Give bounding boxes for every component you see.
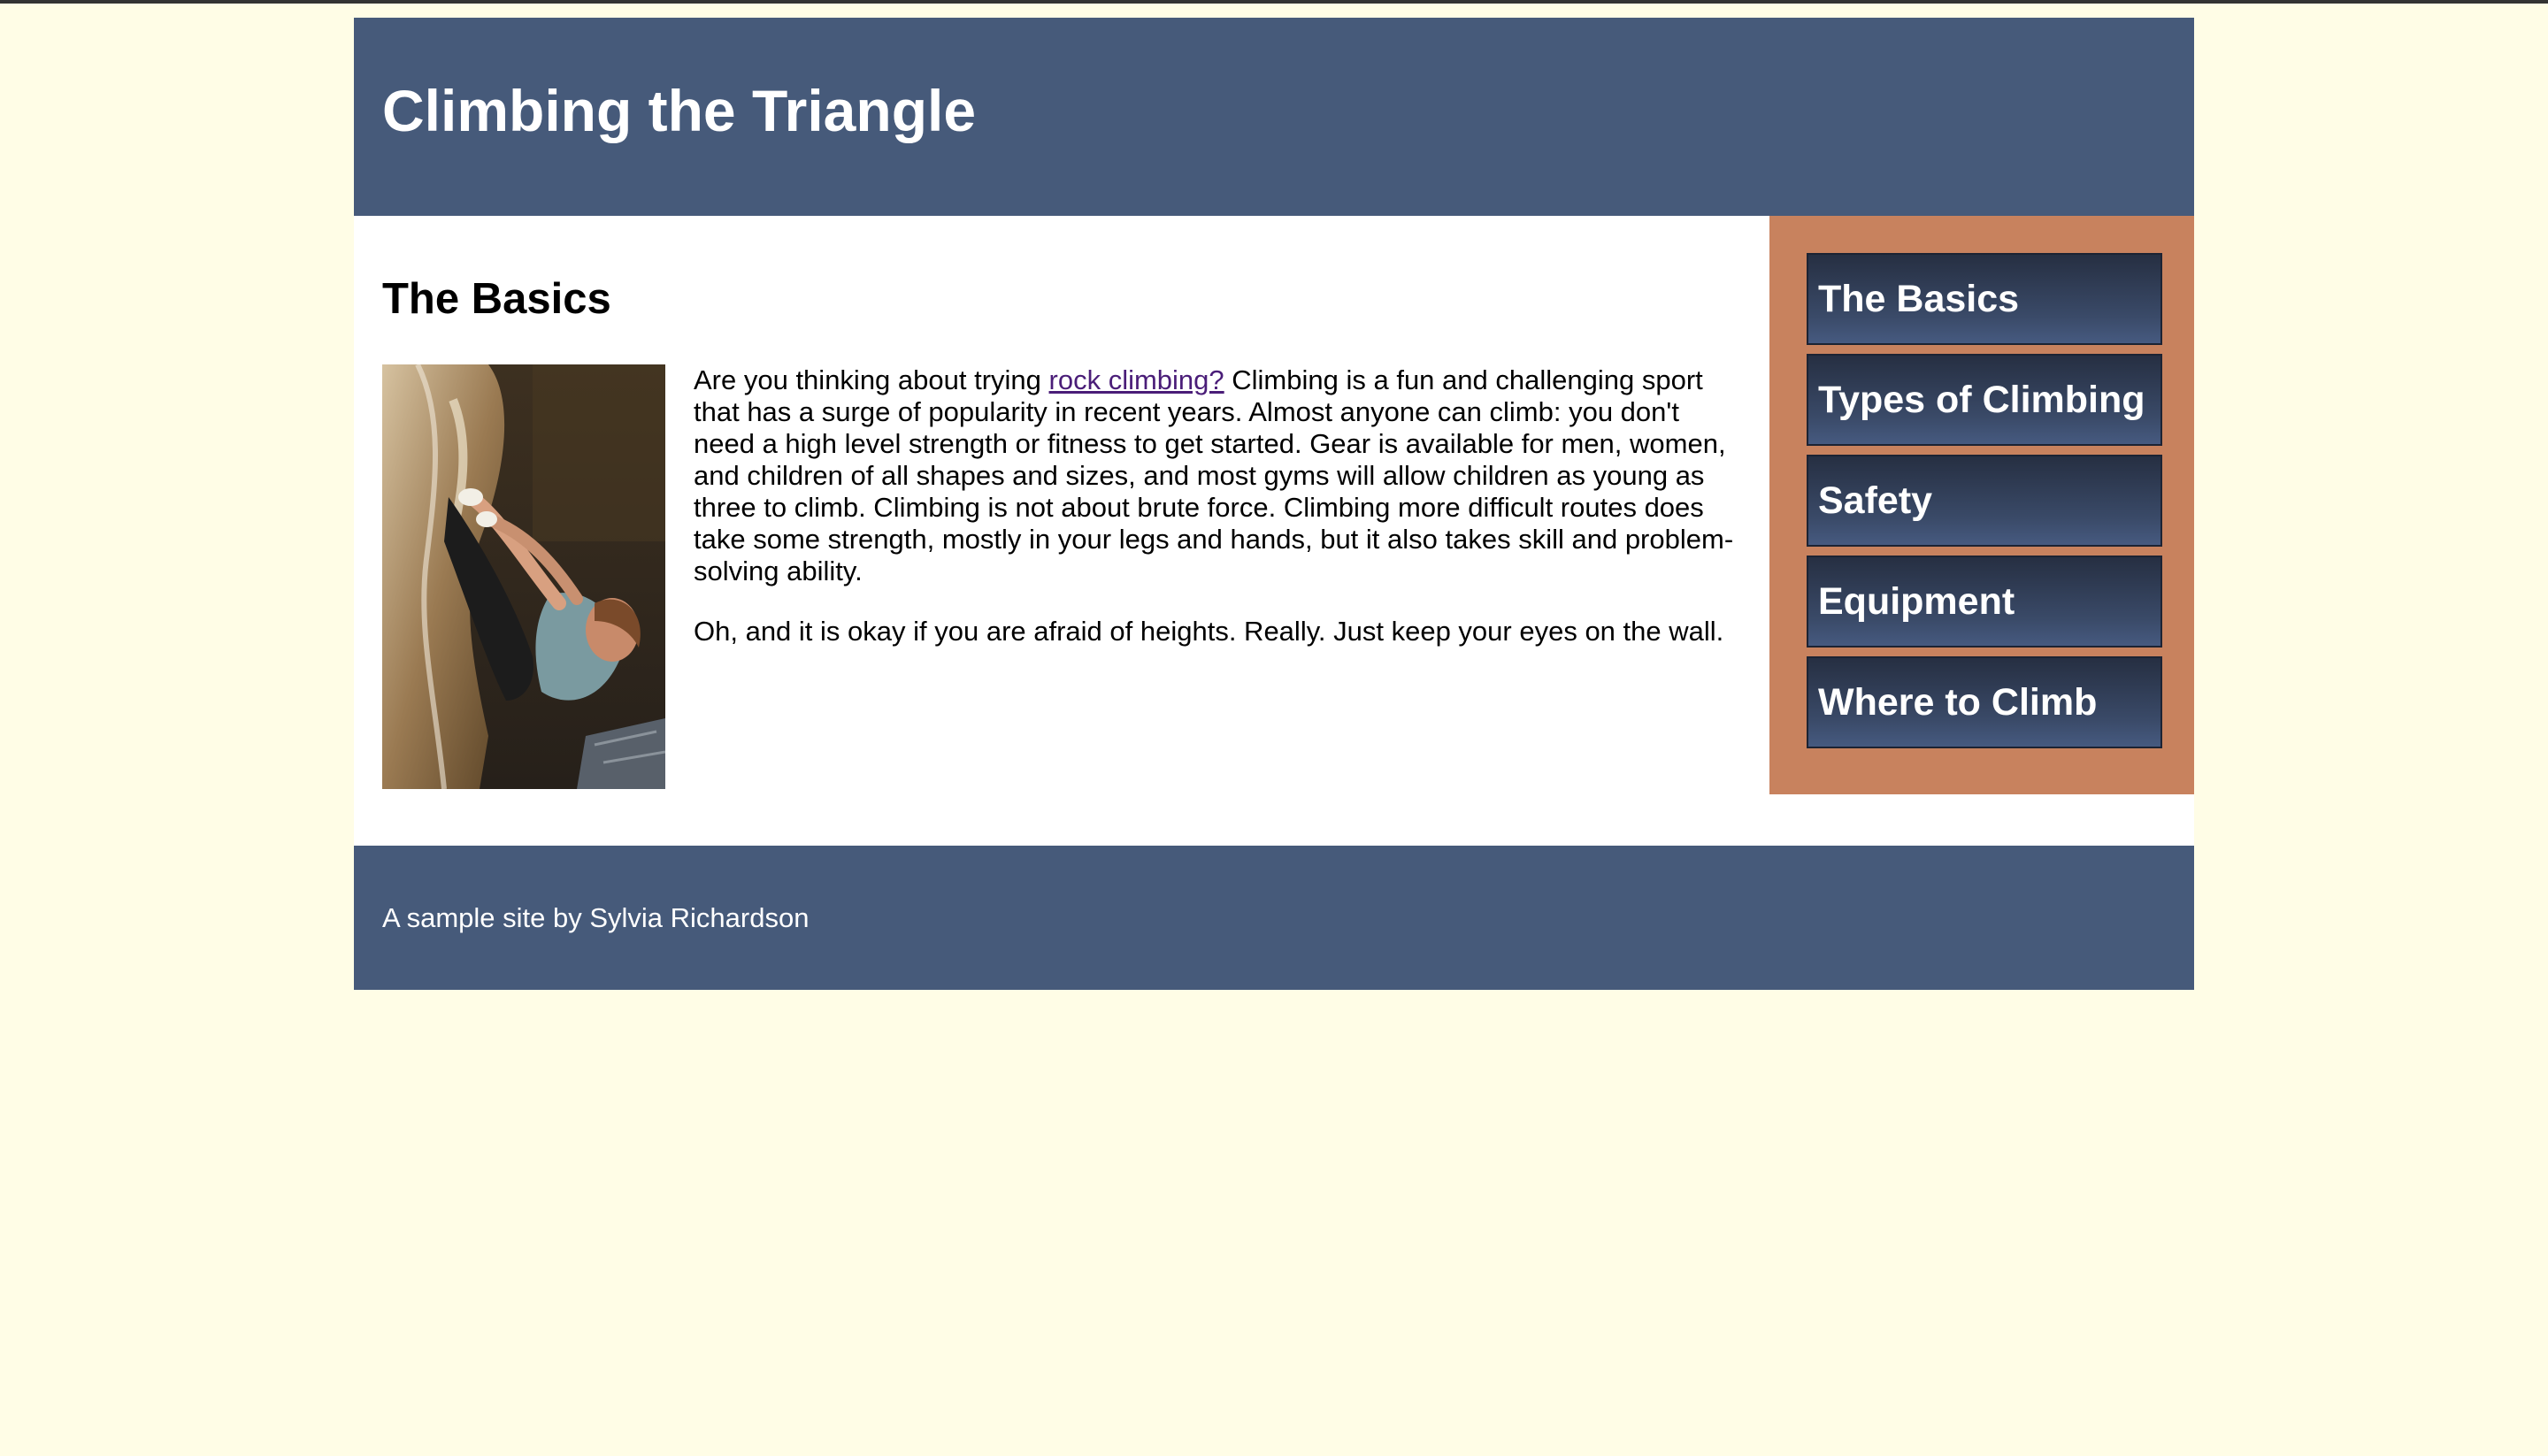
intro-text: Are you thinking about trying rock climb… xyxy=(694,364,1746,676)
page-heading: The Basics xyxy=(382,275,611,323)
intro-text-start: Are you thinking about trying xyxy=(694,364,1049,395)
intro-text-rest: Climbing is a fun and challenging sport … xyxy=(694,364,1734,586)
intro-paragraph: Are you thinking about trying rock climb… xyxy=(694,364,1746,587)
top-border xyxy=(0,0,2548,4)
sidebar-nav: The Basics Types of Climbing Safety Equi… xyxy=(1769,216,2194,794)
climber-photo xyxy=(382,364,665,789)
page-container: Climbing the Triangle The Basics Are you… xyxy=(354,18,2194,990)
rock-climbing-link[interactable]: rock climbing? xyxy=(1049,364,1224,395)
site-footer: A sample site by Sylvia Richardson xyxy=(354,846,2194,990)
nav-item-the-basics[interactable]: The Basics xyxy=(1807,253,2162,345)
nav-item-types-of-climbing[interactable]: Types of Climbing xyxy=(1807,354,2162,446)
main-content: The Basics Are you thinking about trying… xyxy=(354,216,1769,863)
footer-credit: A sample site by Sylvia Richardson xyxy=(382,902,810,933)
nav-item-equipment[interactable]: Equipment xyxy=(1807,556,2162,648)
nav-item-where-to-climb[interactable]: Where to Climb xyxy=(1807,656,2162,748)
site-title: Climbing the Triangle xyxy=(382,78,977,143)
heights-paragraph: Oh, and it is okay if you are afraid of … xyxy=(694,616,1724,647)
nav-item-safety[interactable]: Safety xyxy=(1807,455,2162,547)
site-header: Climbing the Triangle xyxy=(354,18,2194,216)
